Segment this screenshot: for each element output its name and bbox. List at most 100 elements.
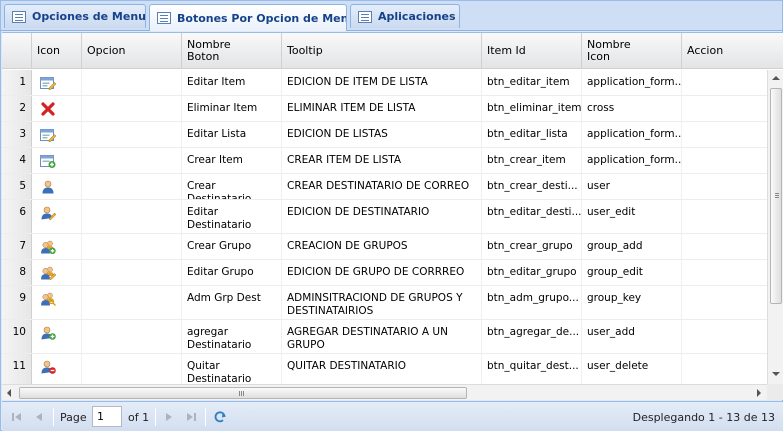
opcion-cell [82,234,182,259]
row-number-cell: 11 [2,354,32,384]
nombre-icon-cell: user_edit [582,200,682,233]
table-row[interactable]: 4 Crear Item CREAR ITEM DE LISTA btn_crear_… [2,148,767,174]
icon-cell [32,200,82,233]
icon-cell [32,174,82,199]
opcion-cell [82,260,182,285]
application-form-add-icon [40,154,56,168]
nombre-boton-cell: Editar Lista [182,122,282,147]
table-row[interactable]: 11 Quitar Destinatario QUITAR DESTINATARIO… [2,354,767,384]
icon-cell [32,354,82,384]
header-accion[interactable]: Accion [682,33,783,69]
scroll-left-arrow-icon[interactable] [7,389,11,397]
last-page-icon[interactable] [184,410,198,424]
group-add-icon [40,240,56,254]
table-row[interactable]: 8 Editar Grupo EDICION DE GRUPO DE CORRREO… [2,260,767,286]
row-number-cell: 2 [2,96,32,121]
header-nombre-icon[interactable]: Nombre Icon [582,33,682,69]
nombre-boton-cell: Editar Item [182,70,282,95]
item-id-cell: btn_adm_grupo... [482,286,582,319]
horizontal-scrollbar[interactable] [2,384,767,400]
grip-icon [239,391,240,396]
table-row[interactable]: 10 agregar Destinatario AGREGAR DESTINATAR… [2,320,767,354]
accion-cell [682,148,767,173]
accion-cell [682,96,767,121]
header-opcion[interactable]: Opcion [82,33,182,69]
item-id-cell: btn_editar_lista [482,122,582,147]
group-edit-icon [40,266,57,281]
tab-aplicaciones[interactable]: Aplicaciones [350,4,460,28]
vertical-scrollbar[interactable] [767,70,783,384]
item-id-cell: btn_crear_grupo [482,234,582,259]
opcion-cell [82,200,182,233]
buttons-grid: Icon Opcion Nombre Boton Tooltip Item Id… [2,32,783,400]
tab-botones-por-opcion[interactable]: Botones Por Opcion de Menu [149,4,347,31]
nombre-icon-cell: application_form... [582,70,682,95]
app-window: Opciones de Menu Botones Por Opcion de M… [0,0,783,431]
accion-cell [682,320,767,353]
accion-cell [682,200,767,233]
item-id-cell: btn_crear_desti... [482,174,582,199]
icon-cell [32,70,82,95]
row-number-cell: 1 [2,70,32,95]
icon-cell [32,96,82,121]
icon-cell [32,148,82,173]
row-number-cell: 9 [2,286,32,319]
next-page-icon[interactable] [162,410,176,424]
nombre-icon-cell: group_add [582,234,682,259]
user-delete-icon [40,360,56,374]
accion-cell [682,286,767,319]
row-number-cell: 6 [2,200,32,233]
table-row[interactable]: 6 Editar Destinatario EDICION DE DESTINATA… [2,200,767,234]
nombre-icon-cell: cross [582,96,682,121]
nombre-icon-cell: group_key [582,286,682,319]
header-item-id[interactable]: Item Id [482,33,582,69]
scroll-right-arrow-icon[interactable] [757,389,761,397]
cross-icon [40,102,56,116]
opcion-cell [82,354,182,384]
grip-icon [775,193,779,194]
paging-toolbar: Page of 1 Desplegando 1 - 13 de 13 [2,401,783,431]
header-nombre-boton[interactable]: Nombre Boton [182,33,282,69]
row-number-cell: 7 [2,234,32,259]
horizontal-scroll-thumb[interactable] [19,387,467,399]
user-icon [40,180,56,194]
prev-page-icon[interactable] [32,410,46,424]
tooltip-cell: EDICION DE GRUPO DE CORRREO [282,260,482,285]
tooltip-cell: EDICION DE LISTAS [282,122,482,147]
tab-opciones-de-menu[interactable]: Opciones de Menu [4,4,146,28]
row-number-cell: 8 [2,260,32,285]
table-row[interactable]: 2 Eliminar Item ELIMINAR ITEM DE LISTA btn_… [2,96,767,122]
toolbar-separator [155,408,156,426]
scroll-corner [767,384,783,400]
table-row[interactable]: 1 Editar Item EDICION DE ITEM DE LISTA btn_… [2,70,767,96]
accion-cell [682,354,767,384]
scroll-up-arrow-icon[interactable] [772,76,780,80]
tooltip-cell: EDICION DE DESTINATARIO [282,200,482,233]
header-icon[interactable]: Icon [32,33,82,69]
header-nombre-boton-label: Nombre Boton [187,38,231,63]
header-tooltip[interactable]: Tooltip [282,33,482,69]
page-number-input[interactable] [92,406,122,427]
first-page-icon[interactable] [10,410,24,424]
grid-header: Icon Opcion Nombre Boton Tooltip Item Id… [2,33,783,69]
refresh-icon[interactable] [213,410,227,424]
table-row[interactable]: 3 Editar Lista EDICION DE LISTAS btn_editar… [2,122,767,148]
user-add-icon [40,326,56,340]
table-row[interactable]: 9 Adm Grp Dest ADMINSITRACIOND DE GRUPOS Y… [2,286,767,320]
icon-cell [32,320,82,353]
accion-cell [682,260,767,285]
scroll-down-arrow-icon[interactable] [772,372,780,376]
icon-cell [32,260,82,285]
icon-cell [32,286,82,319]
table-row[interactable]: 7 Crear Grupo CREACION DE GRUPOS btn_crear_… [2,234,767,260]
nombre-icon-cell: user_add [582,320,682,353]
opcion-cell [82,70,182,95]
nombre-icon-cell: user_delete [582,354,682,384]
toolbar-separator [205,408,206,426]
vertical-scroll-thumb[interactable] [770,88,782,304]
tooltip-cell: ADMINSITRACIOND DE GRUPOS Y DESTINATAIRI… [282,286,482,319]
nombre-boton-cell: Eliminar Item [182,96,282,121]
application-form-edit-icon [40,128,57,143]
paging-status: Desplegando 1 - 13 de 13 [632,411,775,424]
table-row[interactable]: 5 Crear Destinatario CREAR DESTINATARIO DE… [2,174,767,200]
